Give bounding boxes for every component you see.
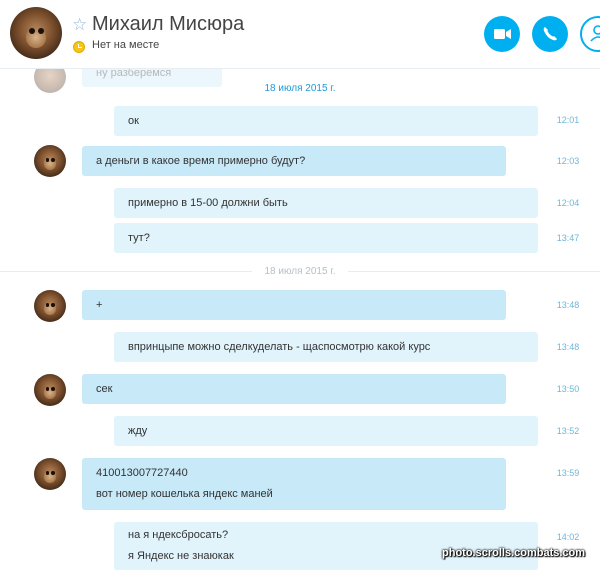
chat-header: ☆ Михаил Мисюра Нет на месте xyxy=(0,0,600,69)
contact-avatar[interactable] xyxy=(10,7,62,59)
away-clock-icon xyxy=(73,41,85,53)
date-header: 18 июля 2015 г. xyxy=(264,83,336,94)
video-call-icon xyxy=(494,29,511,39)
message-bubble[interactable]: тут? xyxy=(114,223,538,253)
phone-call-icon xyxy=(543,27,557,41)
message-time: 13:59 xyxy=(556,468,580,478)
message-bubble[interactable]: примерно в 15-00 должни быть xyxy=(114,188,538,218)
message-time: 13:52 xyxy=(556,426,580,436)
message-bubble[interactable]: впринцыпе можно сделкуделать - щаспосмот… xyxy=(114,332,538,362)
video-call-button[interactable] xyxy=(484,16,520,52)
contact-avatar-small xyxy=(34,290,66,322)
watermark: photo.scrolls.combats.com xyxy=(442,547,586,559)
message-bubble[interactable]: 410013007727440 вот номер кошелька яндек… xyxy=(82,458,506,510)
message-time: 13:48 xyxy=(556,300,580,310)
profile-icon xyxy=(590,25,600,42)
call-button[interactable] xyxy=(532,16,568,52)
message-list[interactable]: ну разберемся 18 июля 2015 г. ок 12:01 а… xyxy=(0,59,600,570)
message-bubble[interactable]: а деньги в какое время примерно будут? xyxy=(82,146,506,176)
message-bubble[interactable]: жду xyxy=(114,416,538,446)
date-separator: 18 июля 2015 г. xyxy=(0,266,600,277)
contact-avatar-small xyxy=(34,145,66,177)
message-time: 12:03 xyxy=(556,156,580,166)
message-bubble[interactable]: сек xyxy=(82,374,506,404)
profile-button[interactable] xyxy=(580,16,600,52)
star-outline-icon[interactable]: ☆ xyxy=(72,15,87,35)
message-time: 13:50 xyxy=(556,384,580,394)
message-bubble[interactable]: + xyxy=(82,290,506,320)
message-bubble[interactable]: ок xyxy=(114,106,538,136)
contact-avatar-small xyxy=(34,374,66,406)
contact-avatar-small xyxy=(34,458,66,490)
contact-status: Нет на месте xyxy=(92,39,160,51)
contact-name[interactable]: Михаил Мисюра xyxy=(92,13,244,36)
message-time: 13:47 xyxy=(556,233,580,243)
message-time: 12:01 xyxy=(556,115,580,125)
message-time: 12:04 xyxy=(556,198,580,208)
message-time: 13:48 xyxy=(556,342,580,352)
message-time: 14:02 xyxy=(556,532,580,542)
message-bubble[interactable]: на я ндексбросать? я Яндекс не знаюкак xyxy=(114,522,538,570)
